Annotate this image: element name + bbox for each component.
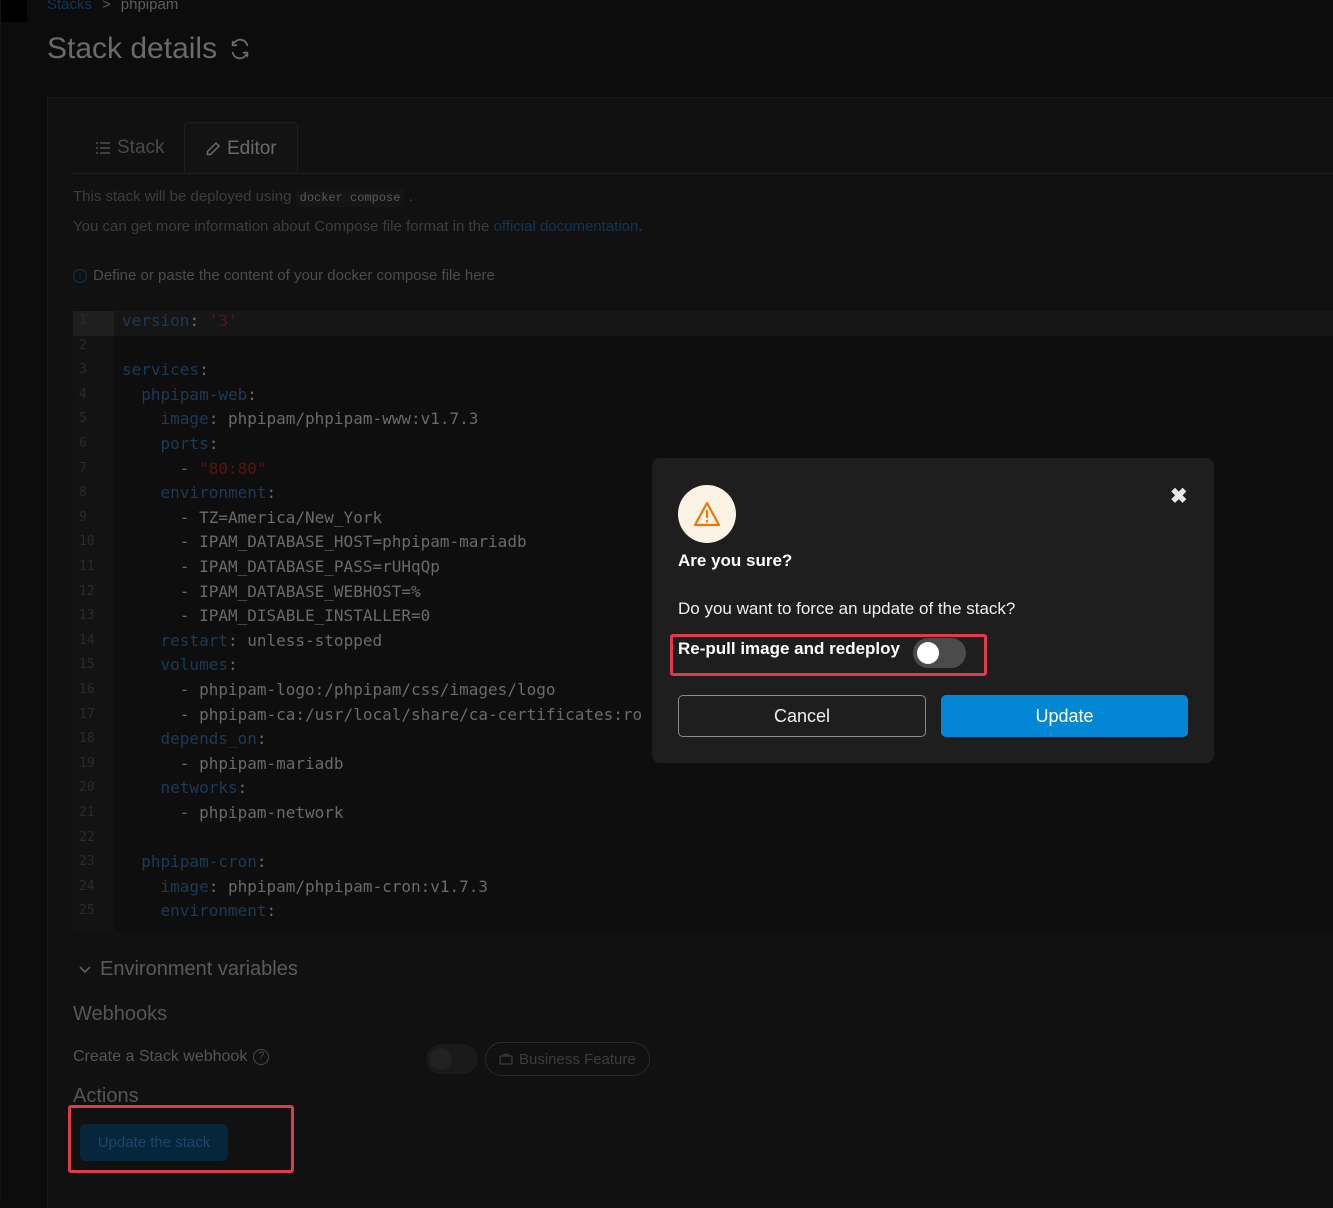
- breadcrumb-separator: >: [102, 0, 111, 13]
- update-button[interactable]: Update: [941, 695, 1188, 737]
- line-number: 8: [79, 485, 87, 501]
- pencil-icon: [206, 141, 221, 155]
- line-number: 23: [79, 854, 95, 870]
- business-feature-text: Business Feature: [519, 1050, 636, 1068]
- deploy-suffix: .: [408, 188, 413, 205]
- tab-divider: [73, 173, 1333, 174]
- page-title: Stack details: [47, 32, 251, 66]
- repull-label: Re-pull image and redeploy: [678, 639, 900, 658]
- webhook-toggle[interactable]: [426, 1044, 478, 1074]
- code-line: phpipam-web:: [141, 384, 257, 404]
- modal-title: Are you sure?: [678, 551, 793, 570]
- define-hint-text: Define or paste the content of your dock…: [93, 267, 495, 284]
- line-number: 12: [79, 583, 95, 599]
- tab-editor-label: Editor: [227, 137, 277, 159]
- line-number: 4: [79, 386, 87, 402]
- breadcrumb-stacks-link[interactable]: Stacks: [47, 0, 92, 13]
- code-line: version: '3': [122, 311, 238, 330]
- docs-info-text: You can get more information about Compo…: [73, 218, 643, 235]
- line-number: 19: [79, 755, 95, 771]
- page-title-text: Stack details: [47, 32, 218, 65]
- breadcrumb-current: phpipam: [120, 0, 179, 13]
- breadcrumb: Stacks > phpipam: [47, 0, 178, 13]
- line-number: 5: [79, 411, 87, 427]
- environment-variables-label: Environment variables: [100, 958, 298, 980]
- tab-stack[interactable]: Stack: [75, 122, 185, 174]
- line-number: 14: [79, 632, 95, 648]
- sidebar-border: [0, 0, 1, 1202]
- docs-prefix: You can get more information about Compo…: [73, 218, 490, 235]
- list-icon: [96, 142, 110, 154]
- code-line: image: phpipam/phpipam-cron:v1.7.3: [160, 876, 489, 896]
- chevron-down-icon: [79, 965, 91, 973]
- line-number: 13: [79, 608, 95, 624]
- business-feature-badge: Business Feature: [485, 1042, 650, 1076]
- line-number: 20: [79, 780, 95, 796]
- deploy-info-text: This stack will be deployed using docker…: [73, 188, 413, 207]
- code-line: services:: [122, 360, 209, 380]
- line-number: 21: [79, 805, 95, 820]
- active-line: [114, 311, 1333, 336]
- line-number: 24: [79, 878, 95, 894]
- code-line: environment:: [160, 483, 277, 503]
- confirm-update-modal: ✖ Are you sure? Do you want to force an …: [652, 458, 1214, 763]
- line-number: 3: [79, 362, 87, 378]
- highlight-update-stack: [68, 1105, 294, 1173]
- close-icon[interactable]: ✖: [1170, 484, 1188, 509]
- code-line: - "80:80": [122, 458, 267, 478]
- code-line: - IPAM_DATABASE_PASS=rUHqQp: [122, 557, 440, 576]
- webhooks-heading: Webhooks: [73, 1003, 168, 1025]
- code-line: image: phpipam/phpipam-www:v1.7.3: [160, 409, 479, 429]
- code-line: - IPAM_DATABASE_WEBHOST=%: [122, 581, 421, 601]
- line-number: 15: [79, 657, 95, 673]
- modal-question: Do you want to force an update of the st…: [678, 599, 1016, 618]
- code-line: restart: unless-stopped: [160, 630, 383, 650]
- line-number: 11: [79, 559, 95, 574]
- code-line: - phpipam-network: [122, 803, 344, 822]
- environment-variables-toggle[interactable]: Environment variables: [78, 958, 298, 981]
- line-number: 16: [79, 682, 95, 697]
- code-line: - IPAM_DISABLE_INSTALLER=0: [122, 606, 431, 626]
- help-icon[interactable]: ?: [253, 1049, 270, 1065]
- code-line: - phpipam-mariadb: [122, 753, 344, 773]
- repull-toggle[interactable]: [913, 638, 966, 668]
- code-line: volumes:: [160, 655, 238, 675]
- code-line: - TZ=America/New_York: [122, 507, 383, 527]
- cancel-button[interactable]: Cancel: [678, 695, 926, 737]
- create-webhook-label: Create a Stack webhook ?: [73, 1048, 270, 1066]
- line-number: 18: [79, 731, 95, 747]
- line-number: 2: [79, 337, 87, 353]
- code-line: depends_on:: [160, 729, 267, 749]
- line-number: 22: [79, 829, 95, 845]
- code-line: networks:: [160, 778, 248, 798]
- code-line: - phpipam-ca:/usr/local/share/ca-certifi…: [122, 704, 643, 724]
- line-number: 25: [79, 903, 95, 919]
- warning-icon: [678, 485, 736, 543]
- code-line: - phpipam-logo:/phpipam/css/images/logo: [122, 680, 556, 699]
- code-line: environment:: [160, 901, 277, 921]
- create-webhook-text: Create a Stack webhook: [73, 1048, 248, 1065]
- official-documentation-link[interactable]: official documentation: [494, 218, 639, 235]
- refresh-icon[interactable]: [229, 38, 251, 60]
- sidebar-edge: [0, 0, 27, 22]
- tab-stack-label: Stack: [117, 137, 165, 158]
- code-line: ports:: [160, 434, 219, 453]
- line-number: 1: [79, 313, 87, 328]
- deploy-code: docker compose: [295, 189, 405, 207]
- line-number: 9: [79, 509, 87, 525]
- docs-suffix: .: [638, 218, 643, 235]
- line-number: 6: [79, 436, 87, 451]
- tab-editor[interactable]: Editor: [184, 122, 298, 174]
- code-line: phpipam-cron:: [141, 852, 267, 872]
- line-number: 17: [79, 706, 95, 722]
- line-number: 10: [79, 534, 95, 550]
- info-icon: i: [73, 268, 87, 283]
- define-hint: i Define or paste the content of your do…: [73, 267, 495, 284]
- deploy-prefix: This stack will be deployed using: [73, 188, 292, 205]
- line-number: 7: [79, 460, 87, 476]
- code-line: - IPAM_DATABASE_HOST=phpipam-mariadb: [122, 532, 527, 552]
- briefcase-icon: [499, 1053, 513, 1065]
